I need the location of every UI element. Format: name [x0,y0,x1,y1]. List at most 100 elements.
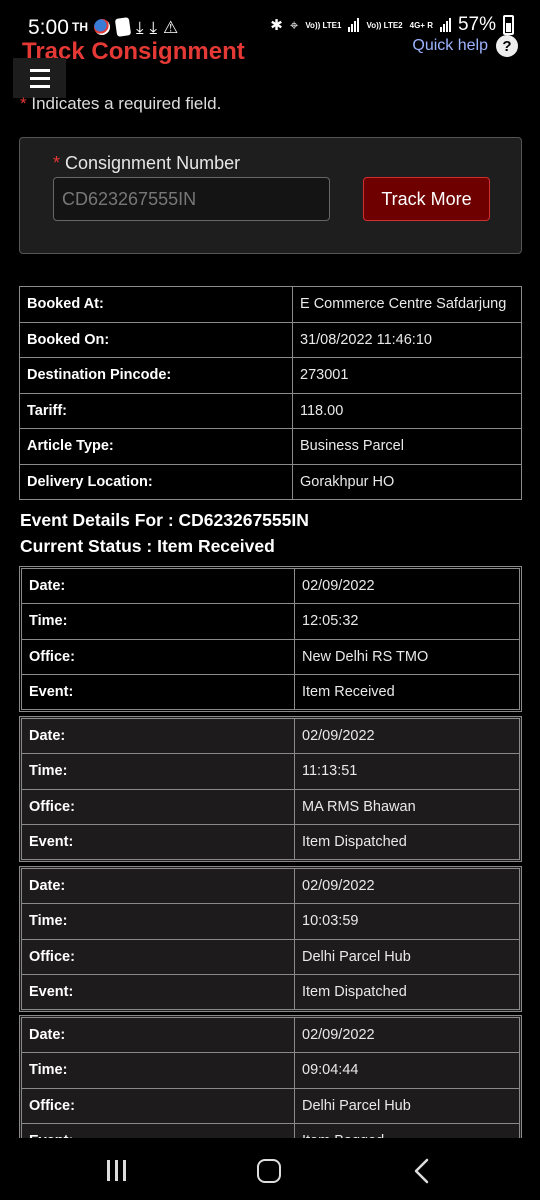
booking-detail-row: Booked On: 31/08/2022 11:46:10 [19,321,522,358]
event-time-label: Time: [21,753,295,790]
event-office-row: Office: New Delhi RS TMO [21,638,520,675]
track-more-button[interactable]: Track More [363,177,490,221]
event-office-value: Delhi Parcel Hub [294,1087,520,1124]
battery-icon [503,15,514,35]
status-bar: 5:00 TH ⤓ ⤓ ⚠ ✱ ⌖ Vo)) LTE1 Vo)) LTE2 4G… [0,0,540,56]
download-icon: ⤓ [149,17,158,37]
event-time-value: 10:03:59 [294,903,520,940]
event-date-label: Date: [21,567,295,605]
consignment-number-input[interactable] [53,177,330,221]
event-date-label: Date: [21,717,295,755]
event-time-label: Time: [21,1052,295,1089]
event-date-value: 02/09/2022 [294,567,520,605]
required-note-text: Indicates a required field. [26,94,222,113]
detail-key: Delivery Location: [19,463,293,500]
detail-key: Article Type: [19,428,293,465]
hamburger-line [29,84,50,88]
event-date-label: Date: [21,867,295,905]
event-event-value: Item Received [294,673,520,711]
event-details-heading: Event Details For : CD623267555IN [20,510,309,530]
event-time-label: Time: [21,903,295,940]
signal-icon [439,18,451,32]
message-notification-icon [114,17,132,37]
event-event-row: Event: Item Received [21,673,520,711]
consignment-form: * Consignment Number Track More [19,137,522,254]
hamburger-line [29,76,50,80]
app-notification-icon [94,19,110,35]
booking-detail-row: Article Type: Business Parcel [19,428,522,465]
event-office-label: Office: [21,1087,295,1124]
detail-value: E Commerce Centre Safdarjung [292,286,522,323]
event-event-row: Event: Item Dispatched [21,823,520,861]
detail-key: Booked At: [19,286,293,323]
detail-key: Tariff: [19,392,293,429]
event-office-row: Office: Delhi Parcel Hub [21,938,520,975]
event-event-label: Event: [21,823,295,861]
event-office-value: Delhi Parcel Hub [294,938,520,975]
event-record: Date: 02/09/2022 Time: 11:13:51 Office: MA RM… [19,716,522,863]
consignment-label-text: Consignment Number [60,153,241,173]
battery-percent: 57% [457,14,496,35]
event-time-label: Time: [21,603,295,640]
detail-key: Destination Pincode: [19,357,293,394]
status-time: 5:00 [28,16,69,39]
event-time-row: Time: 09:04:44 [21,1052,520,1089]
required-field-note: * Indicates a required field. [20,94,221,114]
detail-value: 273001 [292,357,522,394]
event-record: Date: 02/09/2022 Time: 09:04:44 Office: Delhi… [19,1015,522,1138]
booking-details-table: Booked At: E Commerce Centre Safdarjung Bo… [19,286,522,500]
event-date-row: Date: 02/09/2022 [21,867,520,905]
detail-key: Booked On: [19,321,293,358]
booking-detail-row: Tariff: 118.00 [19,392,522,429]
system-nav-bar [0,1138,540,1200]
consignment-number-label: * Consignment Number [53,153,240,174]
recents-icon[interactable] [107,1160,126,1181]
detail-value: Business Parcel [292,428,522,465]
volte1-indicator: Vo)) LTE1 [305,20,342,30]
bluetooth-icon: ✱ [270,16,283,34]
booking-detail-row: Booked At: E Commerce Centre Safdarjung [19,286,522,323]
home-icon[interactable] [257,1159,281,1183]
event-time-row: Time: 10:03:59 [21,903,520,940]
menu-button[interactable] [13,58,66,98]
event-time-row: Time: 12:05:32 [21,603,520,640]
event-office-row: Office: MA RMS Bhawan [21,788,520,825]
event-date-value: 02/09/2022 [294,717,520,755]
location-icon: ⌖ [289,16,299,34]
event-office-label: Office: [21,638,295,675]
event-office-label: Office: [21,788,295,825]
event-time-value: 09:04:44 [294,1052,520,1089]
event-event-row: Event: Item Dispatched [21,973,520,1011]
event-date-row: Date: 02/09/2022 [21,717,520,755]
event-event-value: Item Dispatched [294,973,520,1011]
event-office-value: MA RMS Bhawan [294,788,520,825]
event-date-value: 02/09/2022 [294,1016,520,1054]
volte2-indicator: Vo)) LTE2 [366,20,403,30]
event-time-value: 11:13:51 [294,753,520,790]
event-event-label: Event: [21,973,295,1011]
required-star: * [53,153,61,173]
back-icon[interactable] [412,1158,432,1184]
event-event-label: Event: [21,1122,295,1138]
detail-value: 118.00 [292,392,522,429]
event-date-row: Date: 02/09/2022 [21,1016,520,1054]
network-type-indicator: 4G+ R [409,20,433,30]
detail-value: 31/08/2022 11:46:10 [292,321,522,358]
hamburger-line [29,68,50,72]
carrier-tag: TH [72,20,88,34]
event-date-value: 02/09/2022 [294,867,520,905]
event-office-value: New Delhi RS TMO [294,638,520,675]
booking-detail-row: Delivery Location: Gorakhpur HO [19,463,522,500]
current-status-heading: Current Status : Item Received [20,536,275,556]
event-office-label: Office: [21,938,295,975]
signal-icon [348,18,360,32]
warning-icon: ⚠ [163,17,179,37]
event-date-row: Date: 02/09/2022 [21,567,520,605]
event-time-value: 12:05:32 [294,603,520,640]
detail-value: Gorakhpur HO [292,463,522,500]
download-icon: ⤓ [136,17,144,37]
booking-detail-row: Destination Pincode: 273001 [19,357,522,394]
event-date-label: Date: [21,1016,295,1054]
event-event-value: Item Bagged [294,1122,520,1138]
required-star: * [20,94,27,113]
